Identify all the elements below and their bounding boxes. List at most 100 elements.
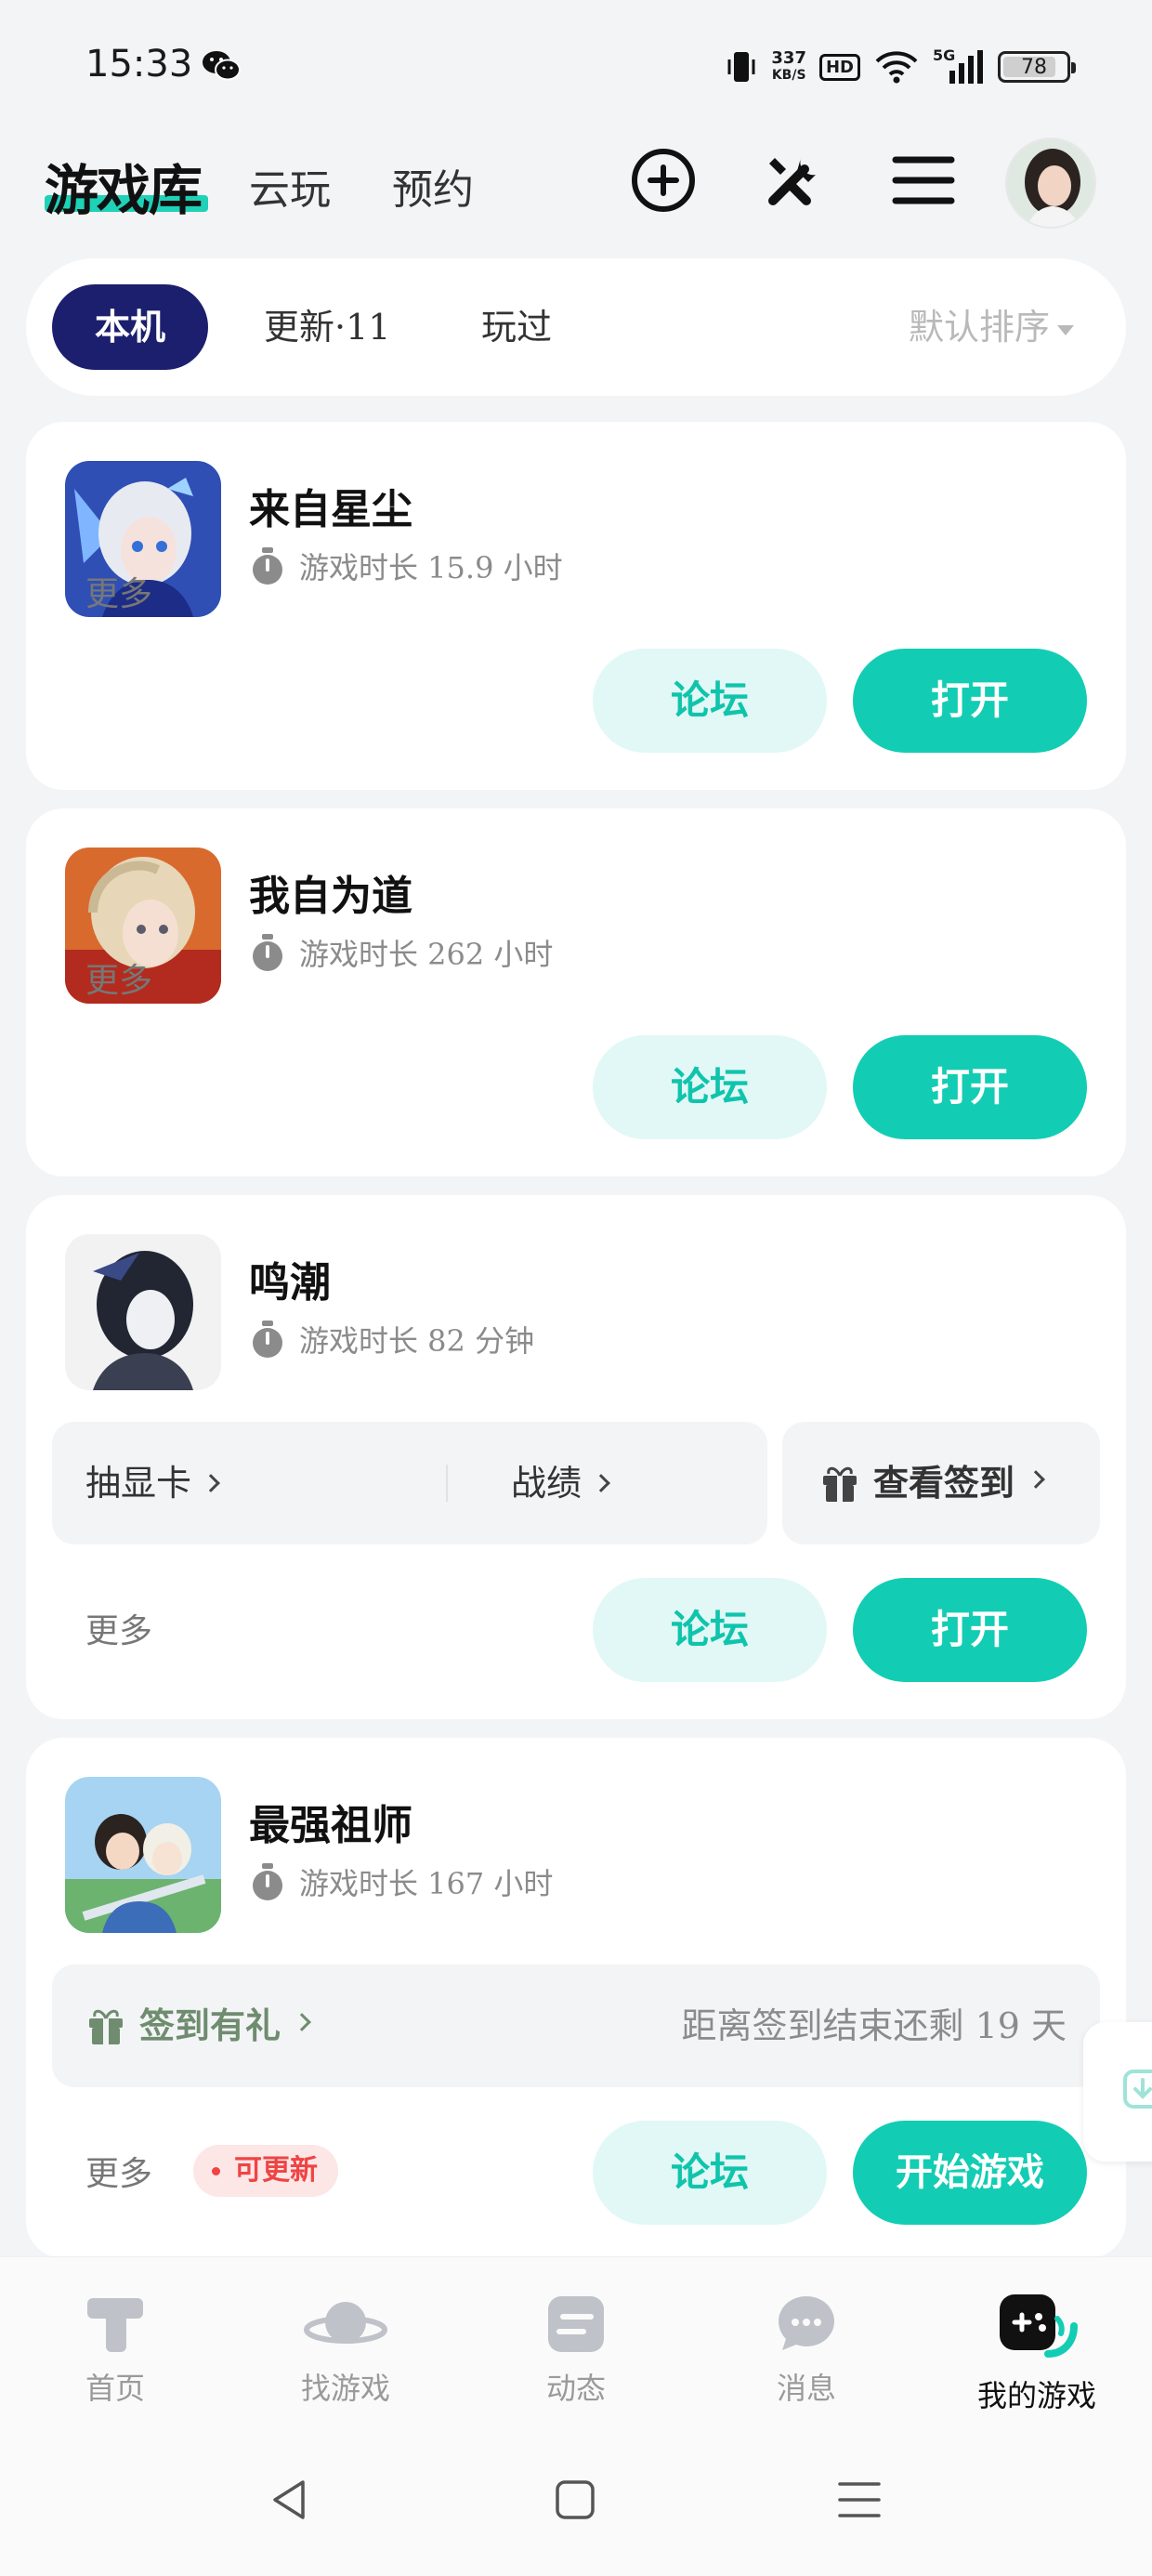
check-in-countdown: 距离签到结束还剩 19 天 [681,2005,1067,2046]
game-icon[interactable] [65,1777,221,1933]
stopwatch-icon [253,934,282,971]
gift-icon [89,2009,123,2044]
game-title: 鸣潮 [249,1259,331,1307]
chat-icon [779,2296,834,2350]
menu-icon[interactable] [888,145,959,216]
add-circle-icon[interactable] [628,145,699,216]
nav-find-games[interactable]: 找游戏 [262,2291,429,2408]
nav-messages-label: 消息 [776,2371,836,2406]
gift-icon [823,1466,857,1502]
battery-level: 78 [1021,55,1047,79]
chevron-right-icon [202,1473,220,1492]
filter-bar: 本机 更新·11 玩过 默认排序 [26,258,1126,396]
home-t-icon [87,2298,143,2352]
game-tools-panel: 抽显卡 战绩 [52,1422,767,1544]
user-avatar[interactable] [1005,138,1096,229]
game-card[interactable]: 鸣潮 游戏时长 82 分钟 抽显卡 战绩 查看签到 更多 论坛 打开 [26,1195,1126,1719]
open-button[interactable]: 打开 [853,1035,1087,1139]
playtime-text: 游戏时长 82 分钟 [299,1323,535,1359]
game-title: 我自为道 [249,873,412,920]
playtime-row: 游戏时长 262 小时 [249,931,553,974]
nav-my-games[interactable]: 我的游戏 [953,2291,1120,2415]
more-link[interactable]: 更多 [85,1604,152,1652]
game-title: 来自星尘 [249,486,412,533]
chevron-right-icon [293,2013,311,2031]
nav-feed-label: 动态 [545,2371,606,2406]
playtime-text: 游戏时长 15.9 小时 [299,550,563,585]
check-in-panel[interactable]: 查看签到 [782,1422,1100,1544]
forum-button[interactable]: 论坛 [593,2121,827,2225]
open-button[interactable]: 打开 [853,1578,1087,1682]
records-label: 战绩 [511,1463,583,1504]
status-bar: 15:33 337 KB/S HD 5G 78 [0,0,1152,130]
feed-icon [548,2296,604,2352]
game-card[interactable]: 我自为道 游戏时长 262 小时 更多 论坛 打开 [26,808,1126,1176]
forum-button[interactable]: 论坛 [593,1578,827,1682]
gamepad-icon [1000,2294,1078,2358]
game-title: 最强祖师 [249,1802,412,1849]
records-link[interactable]: 战绩 [511,1422,610,1544]
start-game-button[interactable]: 开始游戏 [853,2121,1087,2225]
filter-chip-local[interactable]: 本机 [52,284,208,370]
top-navigation: 游戏库 云玩 预约 [0,130,1152,232]
panel-divider [446,1465,448,1502]
forum-button[interactable]: 论坛 [593,1035,827,1139]
check-in-reward-panel[interactable]: 签到有礼 距离签到结束还剩 19 天 [52,1965,1100,2087]
network-type: 5G [933,46,956,64]
update-available-badge: 可更新 [193,2145,338,2197]
chevron-right-icon [1027,1470,1045,1489]
stopwatch-icon [253,547,282,585]
game-card[interactable]: 来自星尘 游戏时长 15.9 小时 更多 论坛 打开 [26,422,1126,790]
net-speed-value: 337 [771,48,806,68]
sort-dropdown[interactable]: 默认排序 [909,284,1074,370]
gacha-card-label: 抽显卡 [85,1463,192,1504]
stopwatch-icon [253,1863,282,1900]
wechat-icon [203,51,241,81]
planet-icon [304,2302,387,2344]
stopwatch-icon [253,1321,282,1358]
back-icon[interactable] [266,2477,312,2523]
more-link[interactable]: 更多 [85,2147,152,2195]
playtime-text: 游戏时长 167 小时 [299,1866,554,1901]
playtime-text: 游戏时长 262 小时 [299,937,554,972]
nav-find-games-label: 找游戏 [300,2371,390,2406]
vibrate-icon [727,52,755,82]
game-icon[interactable] [65,1234,221,1390]
net-speed: 337 KB/S [771,50,806,84]
nav-my-games-label: 我的游戏 [976,2378,1096,2413]
sort-label: 默认排序 [908,307,1050,348]
more-link[interactable]: 更多 [85,953,152,1002]
nav-feed[interactable]: 动态 [492,2291,660,2408]
home-square-icon[interactable] [552,2477,598,2523]
filter-chip-updates[interactable]: 更新·11 [245,284,409,370]
tab-cloud-play[interactable]: 云玩 [249,156,331,216]
open-button[interactable]: 打开 [853,649,1087,753]
forum-button[interactable]: 论坛 [593,649,827,753]
hd-badge: HD [818,53,860,81]
recents-icon[interactable] [836,2477,883,2523]
tab-reservations[interactable]: 预约 [392,156,474,216]
playtime-row: 游戏时长 167 小时 [249,1860,553,1903]
playtime-row: 游戏时长 82 分钟 [249,1318,534,1360]
tab-game-library[interactable]: 游戏库 [45,147,203,225]
chevron-right-icon [592,1473,610,1492]
cellular-signal: 5G [933,46,985,85]
nav-home-label: 首页 [85,2371,145,2406]
tools-icon[interactable] [758,145,829,216]
filter-chip-played[interactable]: 玩过 [463,284,570,370]
gacha-card-link[interactable]: 抽显卡 [85,1422,220,1544]
nav-home[interactable]: 首页 [32,2291,199,2408]
caret-down-icon [1057,325,1074,335]
floating-download-tab[interactable] [1083,2022,1152,2162]
check-in-reward-link[interactable]: 签到有礼 [85,1965,311,2087]
wifi-icon [875,51,918,84]
check-in-link[interactable]: 查看签到 [819,1422,1045,1544]
nav-messages[interactable]: 消息 [723,2291,890,2408]
status-time: 15:33 [85,43,193,85]
more-link[interactable]: 更多 [85,567,152,615]
download-icon [1123,2070,1152,2109]
bottom-navigation: 首页 找游戏 动态 消息 我的游戏 [0,2256,1152,2576]
check-in-reward-label: 签到有礼 [139,2004,281,2046]
game-card[interactable]: 最强祖师 游戏时长 167 小时 签到有礼 距离签到结束还剩 19 天 更多 可… [26,1738,1126,2258]
net-speed-unit: KB/S [771,68,806,83]
